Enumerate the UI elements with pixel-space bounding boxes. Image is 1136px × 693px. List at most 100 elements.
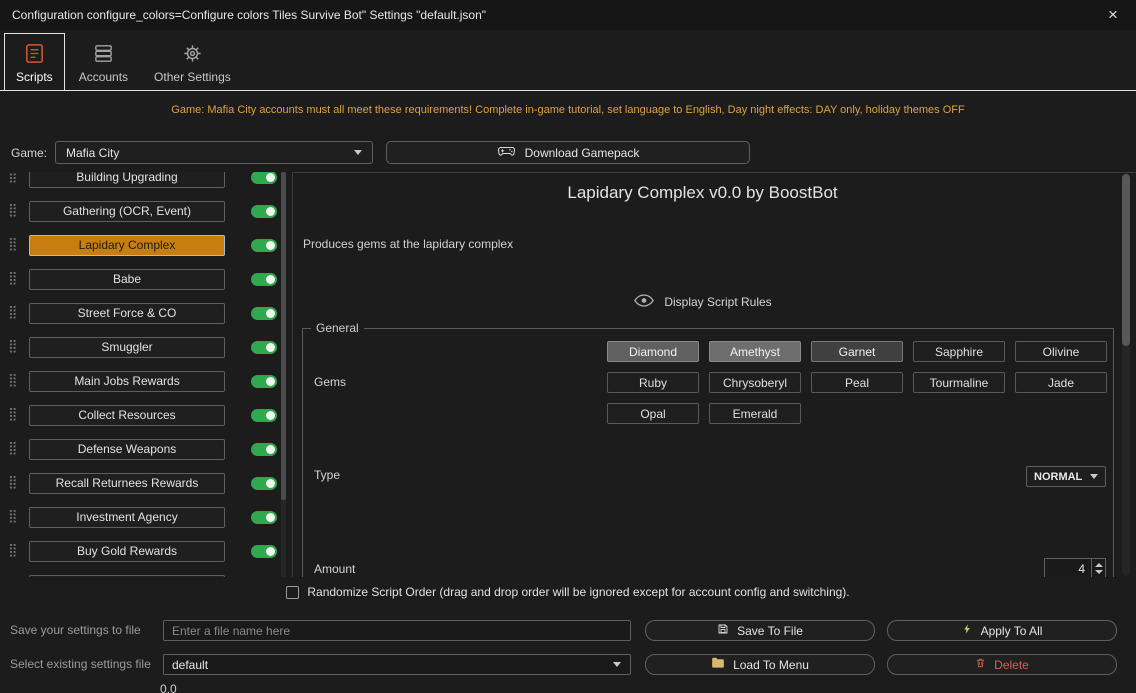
drag-handle-icon[interactable]: ⣿ (8, 238, 22, 252)
script-button-gathering-ocr-event[interactable]: Gathering (OCR, Event) (29, 201, 225, 222)
script-button-recall-returnees-rewards[interactable]: Recall Returnees Rewards (29, 473, 225, 494)
gem-button-peal[interactable]: Peal (811, 372, 903, 393)
script-button-main-jobs-rewards[interactable]: Main Jobs Rewards (29, 371, 225, 392)
gem-button-diamond[interactable]: Diamond (607, 341, 699, 362)
script-button-babe[interactable]: Babe (29, 269, 225, 290)
save-settings-label: Save your settings to file (10, 620, 141, 641)
download-gamepack-button[interactable]: Download Gamepack (386, 141, 750, 164)
script-row-lapidary-complex: ⣿ Lapidary Complex (0, 228, 292, 262)
gem-button-chrysoberyl[interactable]: Chrysoberyl (709, 372, 801, 393)
script-enabled-toggle-smuggler[interactable] (251, 341, 277, 354)
randomize-checkbox[interactable] (286, 586, 299, 599)
game-label: Game: (11, 141, 47, 165)
load-to-menu-button[interactable]: Load To Menu (645, 654, 875, 675)
gem-button-tourmaline[interactable]: Tourmaline (913, 372, 1005, 393)
tab-scripts[interactable]: Scripts (4, 33, 65, 91)
panel-scrollbar[interactable] (1122, 174, 1130, 576)
drag-handle-icon[interactable]: ⣿ (8, 374, 22, 388)
script-enabled-toggle-collect-resources[interactable] (251, 409, 277, 422)
titlebar: Configuration configure_colors=Configure… (0, 0, 1136, 30)
script-row: ⣿ (0, 568, 292, 577)
script-enabled-toggle-street-force-co[interactable] (251, 307, 277, 320)
gem-grid: Diamond Amethyst Garnet Sapphire Olivine Ruby… (607, 341, 1107, 424)
script-button-smuggler[interactable]: Smuggler (29, 337, 225, 358)
sidebar-scrollbar-thumb[interactable] (281, 172, 286, 500)
delete-button[interactable]: Delete (887, 654, 1117, 675)
script-row-building-upgrading: ⣿ Building Upgrading (0, 172, 292, 194)
toggle-knob (266, 445, 275, 454)
tabbar: Scripts Accounts Other Settings (0, 30, 1136, 91)
script-button-street-force-co[interactable]: Street Force & CO (29, 303, 225, 324)
script-row-main-jobs-rewards: ⣿ Main Jobs Rewards (0, 364, 292, 398)
eye-icon (633, 294, 655, 310)
delete-label: Delete (994, 658, 1029, 672)
script-button-defense-weapons[interactable]: Defense Weapons (29, 439, 225, 460)
drag-handle-icon[interactable]: ⣿ (8, 510, 22, 524)
amount-spinner[interactable]: 4 (1044, 558, 1106, 579)
drag-handle-icon[interactable]: ⣿ (8, 408, 22, 422)
sidebar-scrollbar[interactable] (281, 172, 286, 577)
tab-other-settings[interactable]: Other Settings (142, 33, 243, 91)
tab-accounts[interactable]: Accounts (67, 33, 140, 91)
display-script-rules-button[interactable]: Display Script Rules (293, 294, 1112, 310)
drag-handle-icon[interactable]: ⣿ (8, 442, 22, 456)
amount-label: Amount (314, 562, 355, 576)
script-button-buy-gold-rewards[interactable]: Buy Gold Rewards (29, 541, 225, 562)
script-title: Lapidary Complex v0.0 by BoostBot (293, 183, 1112, 203)
settings-file-value: default (172, 658, 208, 672)
toggle-knob (266, 479, 275, 488)
apply-to-all-button[interactable]: Apply To All (887, 620, 1117, 641)
drag-handle-icon[interactable]: ⣿ (8, 272, 22, 286)
drag-handle-icon[interactable]: ⣿ (8, 476, 22, 490)
script-enabled-toggle-recall-returnees-rewards[interactable] (251, 477, 277, 490)
gem-button-ruby[interactable]: Ruby (607, 372, 699, 393)
settings-file-select[interactable]: default (163, 654, 631, 675)
drag-handle-icon[interactable]: ⣿ (8, 172, 22, 184)
script-enabled-toggle-gathering-ocr-event[interactable] (251, 205, 277, 218)
type-label: Type (314, 468, 340, 482)
save-to-file-button[interactable]: Save To File (645, 620, 875, 641)
amount-value[interactable]: 4 (1045, 559, 1091, 578)
type-select[interactable]: NORMAL (1026, 466, 1106, 487)
script-button-collect-resources[interactable]: Collect Resources (29, 405, 225, 426)
script-row-gathering-ocr-event: ⣿ Gathering (OCR, Event) (0, 194, 292, 228)
chevron-down-icon (354, 150, 362, 155)
game-select[interactable]: Mafia City (55, 141, 373, 164)
script-enabled-toggle-lapidary-complex[interactable] (251, 239, 277, 252)
script-enabled-toggle-babe[interactable] (251, 273, 277, 286)
gem-button-sapphire[interactable]: Sapphire (913, 341, 1005, 362)
gem-button-opal[interactable]: Opal (607, 403, 699, 424)
drag-handle-icon[interactable]: ⣿ (8, 306, 22, 320)
gems-label: Gems (314, 375, 346, 389)
spinner-arrows[interactable] (1091, 559, 1105, 578)
gem-button-jade[interactable]: Jade (1015, 372, 1107, 393)
gem-button-olivine[interactable]: Olivine (1015, 341, 1107, 362)
script-enabled-toggle-defense-weapons[interactable] (251, 443, 277, 456)
script-button-investment-agency[interactable]: Investment Agency (29, 507, 225, 528)
script-enabled-toggle-investment-agency[interactable] (251, 511, 277, 524)
requirements-warning: Game: Mafia City accounts must all meet … (0, 104, 1136, 116)
script-row-investment-agency: ⣿ Investment Agency (0, 500, 292, 534)
spin-up-icon[interactable] (1095, 563, 1103, 567)
drag-handle-icon[interactable]: ⣿ (8, 204, 22, 218)
script-enabled-toggle-building-upgrading[interactable] (251, 172, 277, 184)
script-enabled-toggle-buy-gold-rewards[interactable] (251, 545, 277, 558)
script-button-building-upgrading[interactable]: Building Upgrading (29, 172, 225, 188)
toggle-knob (266, 411, 275, 420)
chevron-down-icon (1090, 474, 1098, 479)
file-name-input[interactable] (163, 620, 631, 641)
gem-button-amethyst[interactable]: Amethyst (709, 341, 801, 362)
script-button-lapidary-complex[interactable]: Lapidary Complex (29, 235, 225, 256)
drag-handle-icon[interactable]: ⣿ (8, 340, 22, 354)
gem-button-emerald[interactable]: Emerald (709, 403, 801, 424)
toggle-knob (266, 513, 275, 522)
drag-handle-icon[interactable]: ⣿ (8, 544, 22, 558)
spin-down-icon[interactable] (1095, 570, 1103, 574)
close-icon[interactable]: × (1090, 0, 1136, 30)
script-row-smuggler: ⣿ Smuggler (0, 330, 292, 364)
panel-scrollbar-thumb[interactable] (1122, 174, 1130, 346)
gem-button-garnet[interactable]: Garnet (811, 341, 903, 362)
script-enabled-toggle-main-jobs-rewards[interactable] (251, 375, 277, 388)
toggle-knob (266, 275, 275, 284)
tab-label: Other Settings (154, 70, 231, 84)
